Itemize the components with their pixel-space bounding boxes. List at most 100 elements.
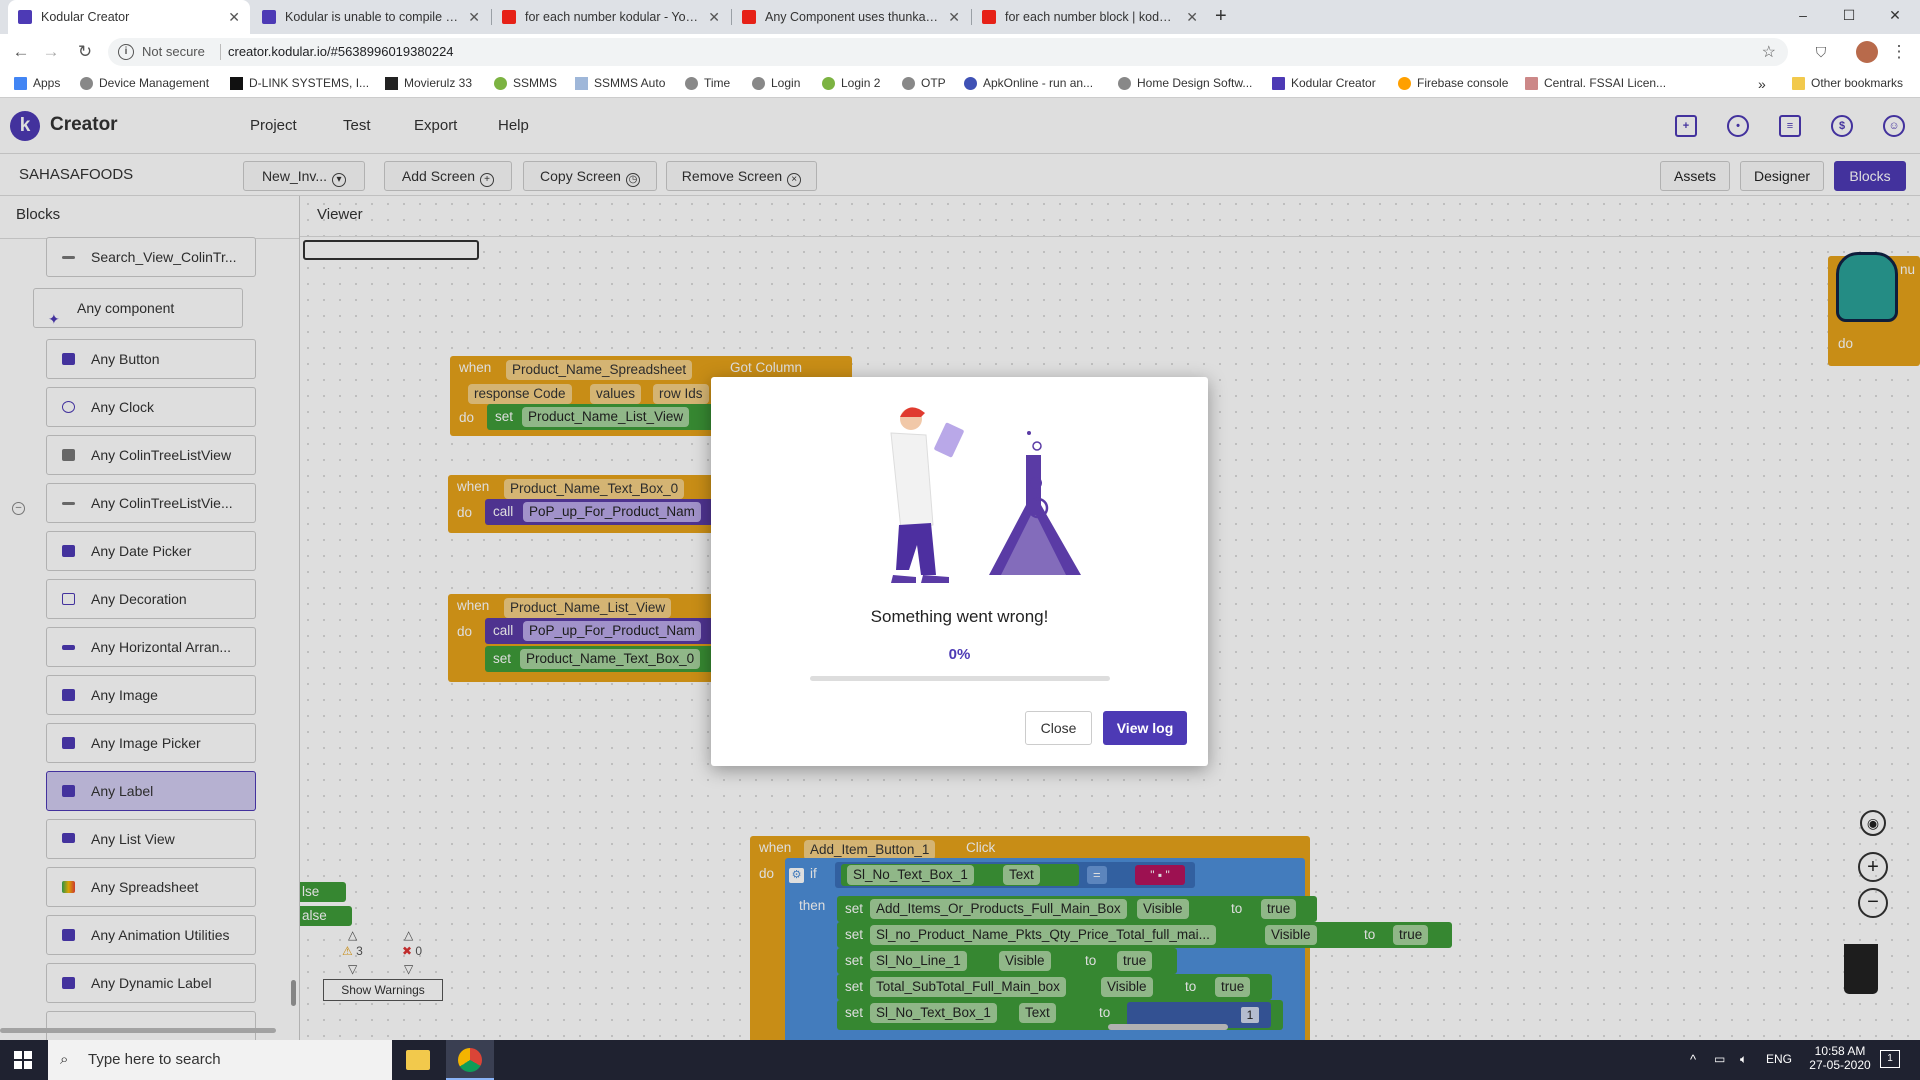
bookmark-label: Home Design Softw... bbox=[1137, 76, 1253, 90]
bookmark-label: Login 2 bbox=[841, 76, 881, 90]
windows-taskbar: Type here to search ⌕ ^ ▭ 🔈︎ ENG 10:58 A… bbox=[0, 1040, 1920, 1080]
bookmark-label: Other bookmarks bbox=[1811, 76, 1904, 90]
apps-grid-icon bbox=[14, 76, 27, 90]
bookmarks-more-button[interactable]: » bbox=[1758, 76, 1766, 92]
kodular-icon bbox=[262, 10, 276, 24]
browser-tab-youtube-2[interactable]: Any Component uses thunkable, ✕ bbox=[732, 0, 970, 34]
tab-title: for each number kodular - YouTu bbox=[525, 10, 701, 24]
new-tab-button[interactable]: + bbox=[1215, 5, 1227, 28]
progress-bar bbox=[810, 676, 1110, 681]
bookmark-item[interactable]: Home Design Softw... bbox=[1118, 76, 1252, 90]
bookmarks-bar: Apps Device Management D-LINK SYSTEMS, I… bbox=[0, 70, 1920, 98]
tab-title: Kodular Creator bbox=[41, 10, 130, 24]
bookmark-item[interactable]: ApkOnline - run an... bbox=[964, 76, 1093, 90]
notifications-icon[interactable]: 1 bbox=[1880, 1050, 1900, 1068]
minimize-button[interactable]: – bbox=[1780, 0, 1826, 30]
bookmark-label: Firebase console bbox=[1417, 76, 1509, 90]
bookmark-item[interactable]: Kodular Creator bbox=[1272, 76, 1376, 90]
view-log-button[interactable]: View log bbox=[1103, 711, 1187, 745]
security-label: Not secure bbox=[142, 44, 205, 59]
close-icon[interactable]: ✕ bbox=[1186, 9, 1198, 26]
youtube-icon bbox=[742, 10, 756, 24]
language-indicator[interactable]: ENG bbox=[1766, 1052, 1792, 1066]
bookmark-label: Kodular Creator bbox=[1291, 76, 1376, 90]
file-explorer-icon[interactable] bbox=[406, 1050, 430, 1070]
reload-icon[interactable]: ↻ bbox=[74, 41, 96, 63]
info-icon[interactable]: i bbox=[118, 44, 134, 60]
bookmark-label: Device Management bbox=[99, 76, 210, 90]
more-menu-icon[interactable]: ⋮ bbox=[1888, 41, 1910, 63]
bookmark-label: Apps bbox=[33, 76, 61, 90]
globe-icon bbox=[902, 76, 915, 90]
browser-tab-youtube-1[interactable]: for each number kodular - YouTu ✕ bbox=[492, 0, 730, 34]
close-window-button[interactable]: ✕ bbox=[1872, 0, 1918, 30]
apkonline-icon bbox=[964, 76, 977, 90]
bookmark-label: Login bbox=[771, 76, 801, 90]
dlink-icon bbox=[230, 76, 243, 90]
address-bar[interactable]: i Not secure creator.kodular.io/#5638996… bbox=[108, 38, 1788, 66]
close-icon[interactable]: ✕ bbox=[468, 9, 480, 26]
tab-title: for each number block | kodular bbox=[1005, 10, 1179, 24]
close-icon[interactable]: ✕ bbox=[228, 9, 240, 26]
volume-icon[interactable]: 🔈︎ bbox=[1740, 1052, 1747, 1067]
kodular-icon bbox=[18, 10, 32, 24]
bookmark-star-icon[interactable]: ☆ bbox=[1762, 42, 1776, 62]
error-illustration bbox=[890, 407, 1081, 583]
bookmark-label: SSMMS bbox=[513, 76, 558, 90]
clock-date: 27-05-2020 bbox=[1809, 1058, 1871, 1072]
network-icon[interactable]: ▭ bbox=[1714, 1052, 1725, 1066]
browser-toolbar: ← → ↻ i Not secure creator.kodular.io/#5… bbox=[0, 34, 1920, 70]
clock[interactable]: 10:58 AM 27-05-2020 bbox=[1804, 1044, 1876, 1072]
movie-icon bbox=[385, 76, 398, 90]
windows-start-icon[interactable] bbox=[14, 1051, 32, 1069]
bookmark-apps[interactable]: Apps bbox=[14, 76, 60, 90]
close-icon[interactable]: ✕ bbox=[708, 9, 720, 26]
bookmark-item[interactable]: Time bbox=[685, 76, 730, 90]
kodular-icon bbox=[1272, 76, 1285, 90]
bookmark-label: D-LINK SYSTEMS, I... bbox=[249, 76, 370, 90]
tab-title: Any Component uses thunkable, bbox=[765, 10, 941, 24]
bookmark-item[interactable]: SSMMS Auto bbox=[575, 76, 665, 90]
error-message: Something went wrong! bbox=[870, 607, 1049, 626]
bookmark-item[interactable]: D-LINK SYSTEMS, I... bbox=[230, 76, 369, 90]
bookmark-item[interactable]: Movierulz 33 bbox=[385, 76, 472, 90]
browser-tab-youtube-3[interactable]: for each number block | kodular ✕ bbox=[972, 0, 1208, 34]
taskbar-search-input[interactable]: Type here to search bbox=[48, 1040, 392, 1080]
clock-time: 10:58 AM bbox=[1814, 1044, 1866, 1058]
browser-tab-unable-to-compile[interactable]: Kodular is unable to compile this ✕ bbox=[252, 0, 490, 34]
browser-tab-kodular-creator[interactable]: Kodular Creator ✕ bbox=[8, 0, 250, 34]
bookmark-label: Time bbox=[704, 76, 731, 90]
maximize-button[interactable]: ☐ bbox=[1826, 0, 1872, 30]
avatar[interactable] bbox=[1856, 41, 1878, 63]
globe-icon bbox=[1118, 76, 1131, 90]
bookmark-item[interactable]: Central. FSSAI Licen... bbox=[1525, 76, 1666, 90]
youtube-icon bbox=[502, 10, 516, 24]
error-dialog: Something went wrong! 0% Close View log bbox=[711, 377, 1208, 766]
other-bookmarks[interactable]: Other bookmarks bbox=[1792, 76, 1903, 90]
back-icon[interactable]: ← bbox=[10, 41, 32, 63]
chrome-taskbar-button[interactable] bbox=[446, 1040, 494, 1080]
globe-icon bbox=[752, 76, 765, 90]
search-icon: ⌕ bbox=[60, 1051, 69, 1068]
bookmark-item[interactable]: Device Management bbox=[80, 76, 209, 90]
bookmark-item[interactable]: OTP bbox=[902, 76, 946, 90]
close-button[interactable]: Close bbox=[1025, 711, 1092, 745]
bookmark-label: Central. FSSAI Licen... bbox=[1544, 76, 1667, 90]
globe-icon bbox=[685, 76, 698, 90]
bookmark-item[interactable]: Login 2 bbox=[822, 76, 880, 90]
globe-icon bbox=[80, 76, 93, 90]
bookmark-item[interactable]: Firebase console bbox=[1398, 76, 1508, 90]
tray-chevron-icon[interactable]: ^ bbox=[1690, 1052, 1696, 1067]
url-text[interactable]: creator.kodular.io/#5638996019380224 bbox=[228, 44, 454, 59]
globe-icon bbox=[822, 76, 835, 90]
chrome-icon bbox=[458, 1048, 482, 1072]
progress-percent: 0% bbox=[948, 646, 971, 663]
bookmark-label: OTP bbox=[921, 76, 946, 90]
shield-icon[interactable]: ⛉ bbox=[1810, 41, 1832, 63]
close-icon[interactable]: ✕ bbox=[948, 9, 960, 26]
bookmark-item[interactable]: Login bbox=[752, 76, 800, 90]
folder-icon bbox=[1792, 76, 1805, 90]
bookmark-label: ApkOnline - run an... bbox=[983, 76, 1094, 90]
forward-icon[interactable]: → bbox=[40, 41, 62, 63]
bookmark-item[interactable]: SSMMS bbox=[494, 76, 557, 90]
